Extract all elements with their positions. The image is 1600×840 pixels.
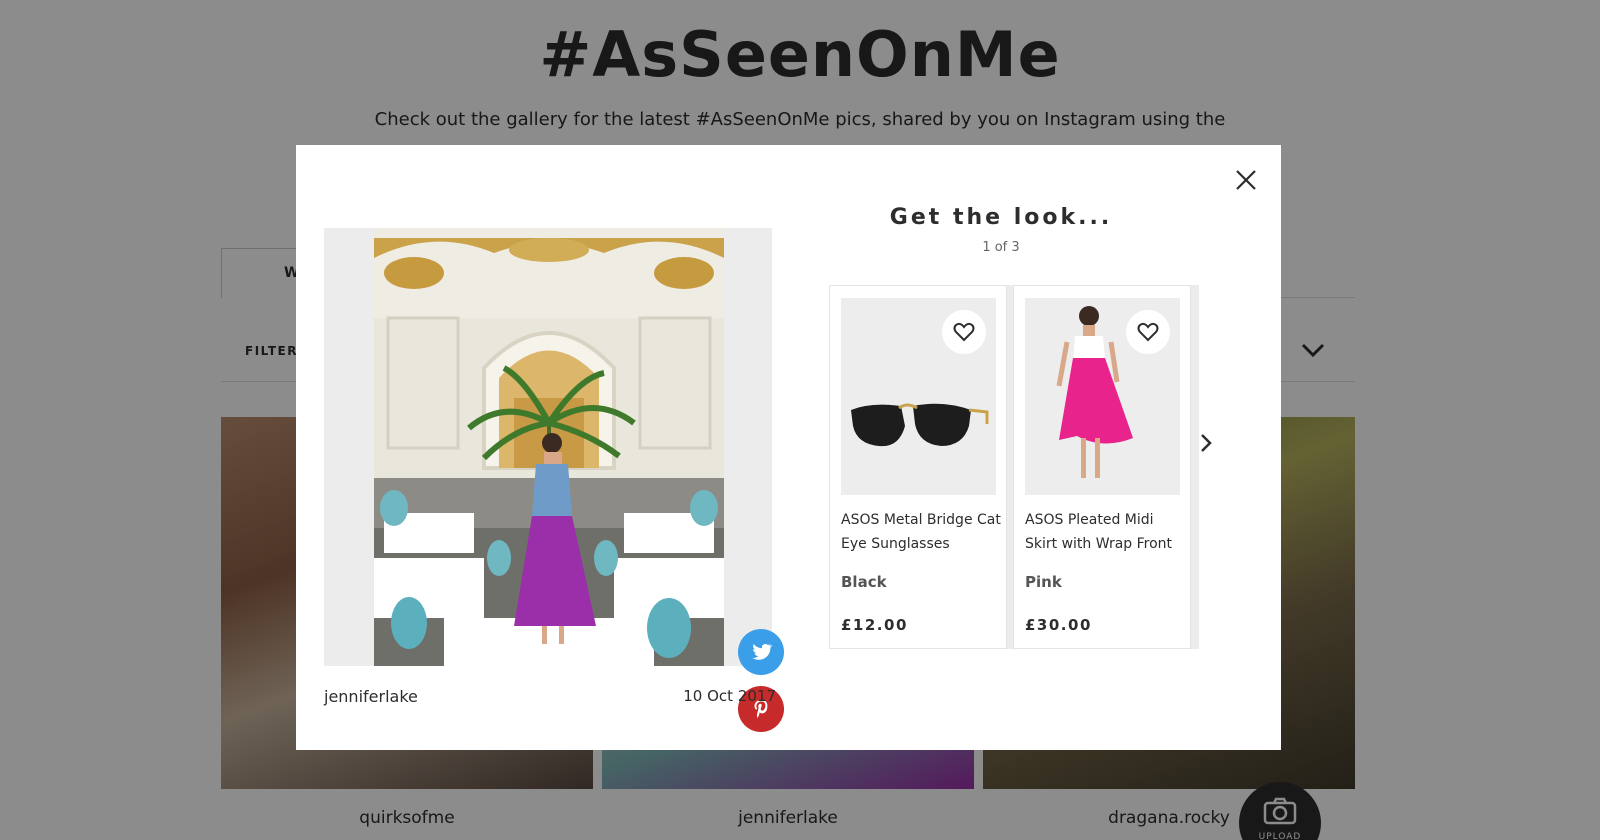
product-price: £30.00 (1025, 616, 1092, 634)
get-the-look-modal: jenniferlake 10 Oct 2017 Get the look...… (296, 145, 1281, 750)
instagram-photo (374, 228, 724, 666)
photo-username[interactable]: jenniferlake (324, 687, 418, 706)
close-icon[interactable] (1233, 167, 1259, 193)
product-image[interactable] (1025, 298, 1180, 495)
product-image[interactable] (841, 298, 996, 495)
product-price: £12.00 (841, 616, 908, 634)
twitter-share-button[interactable] (738, 629, 784, 675)
save-favourite-button[interactable] (1126, 310, 1170, 354)
photo-date: 10 Oct 2017 (683, 687, 776, 705)
heart-icon (1137, 322, 1159, 342)
carousel-page-count: 1 of 3 (982, 240, 1020, 255)
chevron-right-icon[interactable] (1196, 431, 1216, 455)
product-card[interactable]: ASOS Metal Bridge Cat Eye Sunglasses Bla… (829, 285, 1007, 649)
twitter-icon (752, 643, 773, 660)
heart-icon (953, 322, 975, 342)
product-card[interactable]: ASOS Pleated Midi Skirt with Wrap Front … (1013, 285, 1191, 649)
product-colour: Black (841, 573, 887, 591)
photo-container (324, 228, 784, 732)
product-carousel: ASOS Metal Bridge Cat Eye Sunglasses Bla… (829, 285, 1199, 649)
product-name[interactable]: ASOS Metal Bridge Cat Eye Sunglasses (841, 508, 1001, 556)
product-name[interactable]: ASOS Pleated Midi Skirt with Wrap Front (1025, 508, 1185, 556)
product-colour: Pink (1025, 573, 1062, 591)
get-the-look-title: Get the look... (889, 205, 1113, 230)
save-favourite-button[interactable] (942, 310, 986, 354)
